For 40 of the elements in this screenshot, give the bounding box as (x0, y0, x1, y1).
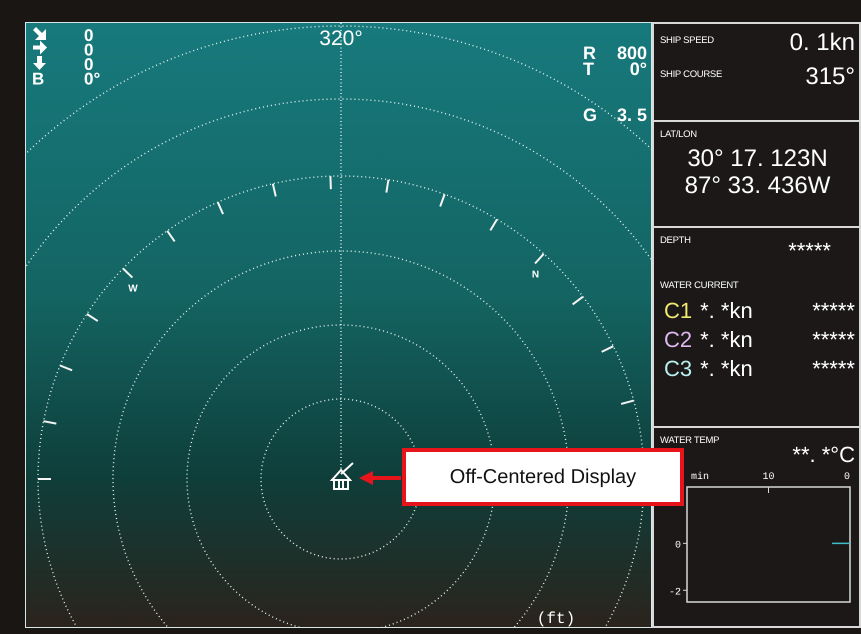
current-direction: ***** (812, 356, 855, 382)
current-speed: *. *kn (700, 356, 753, 382)
current-direction: ***** (812, 298, 855, 323)
tick-label: 10 (762, 472, 774, 484)
field-value: 0. 1kn (790, 30, 855, 56)
field-label: SHIP SPEED (660, 34, 714, 48)
indicator-label: B (32, 70, 44, 88)
unit-label: (ft) (536, 610, 576, 628)
compass-label: W (128, 284, 138, 295)
compass-label: N (532, 270, 540, 281)
callout-arrow (357, 469, 403, 487)
current-name: C3 (664, 356, 692, 382)
tick-label: 0 (844, 472, 850, 484)
callout-label: Off-Centered Display (402, 448, 684, 506)
current-name: C1 (664, 298, 692, 323)
tick-label: -2 (668, 588, 681, 599)
field-label: SHIP COURSE (660, 68, 722, 82)
axis-label: min (691, 472, 710, 484)
current-name: C2 (664, 326, 692, 352)
field-label: LAT/LON (660, 128, 698, 142)
current-speed: *. *kn (700, 298, 753, 323)
field-label: DEPTH (660, 234, 691, 248)
right-arrow-icon (33, 40, 47, 54)
longitude-value: 87° 33. 436W (684, 172, 830, 200)
current-direction: ***** (812, 326, 855, 352)
temperature-value: **. *°C (792, 442, 855, 468)
ship-icon (330, 462, 354, 490)
latitude-value: 30° 17. 123N (687, 146, 828, 173)
depth-value: ***** (788, 238, 831, 264)
down-arrow-icon (33, 56, 46, 70)
diagonal-arrow-icon (33, 27, 46, 40)
field-value: 315° (805, 64, 855, 91)
heading-readout: 320° (319, 27, 363, 50)
field-label: WATER TEMP (660, 434, 720, 448)
readout-value: 3. 5 (616, 105, 647, 125)
current-speed: *. *kn (700, 326, 753, 352)
tick-label: 0 (674, 540, 681, 552)
field-label: WATER CURRENT (660, 279, 740, 294)
readout-label: G (583, 105, 598, 125)
temperature-line (832, 542, 850, 544)
